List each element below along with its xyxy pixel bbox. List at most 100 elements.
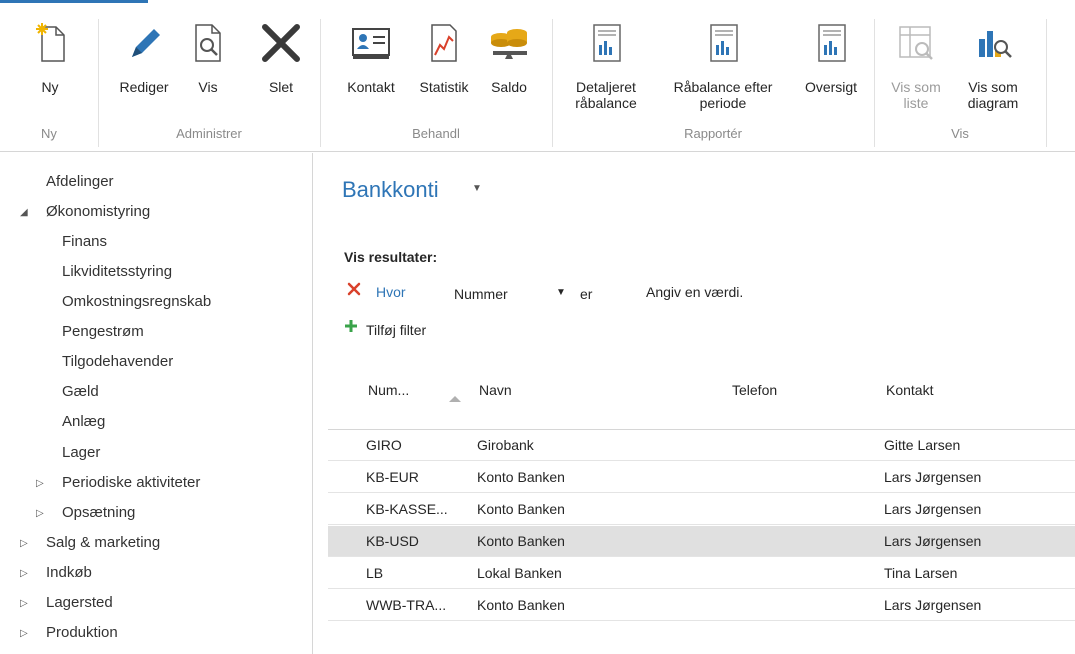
nav-item-indkob[interactable]: Indkøb — [46, 564, 92, 581]
statistics-button-label: Statistik — [419, 79, 469, 95]
new-document-icon — [36, 23, 65, 62]
filter-field-dropdown-icon[interactable]: ▼ — [556, 287, 566, 298]
edit-button[interactable]: Rediger — [111, 21, 177, 121]
ribbon-group-process: Kontakt Statistik Saldo Behandl — [321, 3, 551, 152]
report-icon — [593, 24, 621, 62]
statistics-button[interactable]: Statistik — [407, 21, 481, 121]
balance-button-label: Saldo — [491, 79, 527, 95]
cell-name: Konto Banken — [477, 501, 565, 517]
new-button-label: Ny — [41, 79, 59, 95]
page-title[interactable]: Bankkonti — [342, 177, 439, 203]
group-label-reports: Rapportér — [684, 126, 742, 141]
list-view-icon — [899, 26, 933, 60]
expand-arrow-icon[interactable]: ▷ — [20, 598, 28, 609]
balance-button[interactable]: Saldo — [481, 21, 537, 121]
cell-contact: Lars Jørgensen — [884, 501, 982, 517]
expand-arrow-icon[interactable]: ▷ — [20, 628, 28, 639]
filter-value-input[interactable]: Angiv en værdi. — [646, 284, 743, 300]
show-as-chart-button[interactable]: Vis som diagram — [951, 21, 1035, 121]
group-label-new: Ny — [41, 126, 57, 141]
column-header-number[interactable]: Num... — [368, 382, 409, 398]
delete-button[interactable]: Slet — [251, 21, 311, 121]
new-button[interactable]: Ny — [20, 21, 80, 121]
cell-number: WWB-TRA... — [366, 597, 447, 613]
overview-button[interactable]: Oversigt — [793, 21, 869, 121]
cell-number: LB — [366, 565, 384, 581]
cell-contact: Lars Jørgensen — [884, 533, 982, 549]
collapse-arrow-icon[interactable]: ◢ — [20, 207, 28, 218]
remove-filter-icon[interactable] — [346, 281, 362, 297]
nav-item-salg-marketing[interactable]: Salg & marketing — [46, 534, 160, 551]
nav-item-finans[interactable]: Finans — [62, 233, 107, 250]
table-row[interactable]: WWB-TRA... Konto Banken Lars Jørgensen — [328, 590, 1075, 621]
show-as-list-button[interactable]: Vis som liste — [883, 21, 949, 121]
ribbon-group-new: Ny Ny — [0, 3, 98, 152]
title-dropdown-icon[interactable]: ▼ — [472, 183, 482, 194]
view-document-icon — [195, 24, 221, 62]
nav-item-tilgodehavender[interactable]: Tilgodehavender — [62, 353, 173, 370]
report-icon — [818, 24, 846, 62]
filter-field-select[interactable]: Nummer — [454, 286, 508, 302]
detailed-trial-balance-button[interactable]: Detaljeret råbalance — [563, 21, 649, 121]
expand-arrow-icon[interactable]: ▷ — [36, 478, 44, 489]
column-header-phone[interactable]: Telefon — [732, 382, 777, 398]
delete-button-label: Slet — [268, 79, 294, 95]
nav-item-omkostningsregnskab[interactable]: Omkostningsregnskab — [62, 293, 211, 310]
expand-arrow-icon[interactable]: ▷ — [36, 508, 44, 519]
add-filter-icon[interactable] — [344, 319, 358, 333]
table-row[interactable]: KB-KASSE... Konto Banken Lars Jørgensen — [328, 494, 1075, 525]
nav-item-pengestrom[interactable]: Pengestrøm — [62, 323, 144, 340]
cell-contact: Gitte Larsen — [884, 437, 961, 453]
table-row-selected[interactable]: KB-USD Konto Banken Lars Jørgensen — [328, 526, 1075, 557]
show-as-chart-label: Vis som diagram — [967, 79, 1019, 111]
ribbon-group-view: Vis som liste Vis som diagram Vis — [875, 3, 1045, 152]
view-button[interactable]: Vis — [183, 21, 233, 121]
cell-name: Konto Banken — [477, 469, 565, 485]
cell-name: Lokal Banken — [477, 565, 562, 581]
nav-item-produktion[interactable]: Produktion — [46, 624, 118, 641]
nav-item-lagersted[interactable]: Lagersted — [46, 594, 113, 611]
overview-button-label: Oversigt — [804, 79, 858, 95]
nav-item-afdelinger[interactable]: Afdelinger — [46, 173, 114, 190]
trial-balance-by-period-label: Råbalance efter periode — [673, 79, 773, 111]
column-header-name[interactable]: Navn — [479, 382, 512, 398]
view-button-label: Vis — [198, 79, 218, 95]
expand-arrow-icon[interactable]: ▷ — [20, 568, 28, 579]
cell-contact: Lars Jørgensen — [884, 469, 982, 485]
pencil-icon — [132, 29, 160, 57]
cell-contact: Lars Jørgensen — [884, 597, 982, 613]
statistics-chart-icon — [431, 24, 457, 62]
cell-number: KB-KASSE... — [366, 501, 448, 517]
nav-item-gaeld[interactable]: Gæld — [62, 383, 99, 400]
nav-item-lager[interactable]: Lager — [62, 444, 100, 461]
content-area: Bankkonti ▼ Vis resultater: Hvor Nummer … — [314, 153, 1075, 654]
add-filter-link[interactable]: Tilføj filter — [366, 322, 426, 338]
cell-number: KB-EUR — [366, 469, 419, 485]
ribbon-group-manage: Rediger Vis Slet Administrer — [99, 3, 319, 152]
cell-name: Konto Banken — [477, 597, 565, 613]
nav-item-periodiske-aktiviteter[interactable]: Periodiske aktiviteter — [62, 474, 200, 491]
cell-contact: Tina Larsen — [884, 565, 958, 581]
nav-item-opsaetning[interactable]: Opsætning — [62, 504, 135, 521]
edit-button-label: Rediger — [119, 79, 169, 95]
table-row[interactable]: KB-EUR Konto Banken Lars Jørgensen — [328, 462, 1075, 493]
cell-number: GIRO — [366, 437, 402, 453]
nav-item-anlaeg[interactable]: Anlæg — [62, 413, 105, 430]
contact-card-icon — [352, 28, 390, 59]
results-label: Vis resultater: — [344, 249, 438, 265]
group-label-process: Behandl — [412, 126, 460, 141]
expand-arrow-icon[interactable]: ▷ — [20, 538, 28, 549]
contact-button[interactable]: Kontakt — [337, 21, 405, 121]
contact-button-label: Kontakt — [347, 79, 395, 95]
cell-name: Girobank — [477, 437, 534, 453]
chart-view-icon — [979, 31, 1012, 58]
column-header-contact[interactable]: Kontakt — [886, 382, 933, 398]
trial-balance-by-period-button[interactable]: Råbalance efter periode — [653, 21, 793, 121]
nav-item-likviditetsstyring[interactable]: Likviditetsstyring — [62, 263, 172, 280]
show-as-list-label: Vis som liste — [891, 79, 941, 111]
table-row[interactable]: GIRO Girobank Gitte Larsen — [328, 430, 1075, 461]
filter-operator: er — [580, 286, 593, 302]
table-row[interactable]: LB Lokal Banken Tina Larsen — [328, 558, 1075, 589]
nav-item-okonomistyring[interactable]: Økonomistyring — [46, 203, 150, 220]
filter-where-link[interactable]: Hvor — [376, 284, 406, 300]
